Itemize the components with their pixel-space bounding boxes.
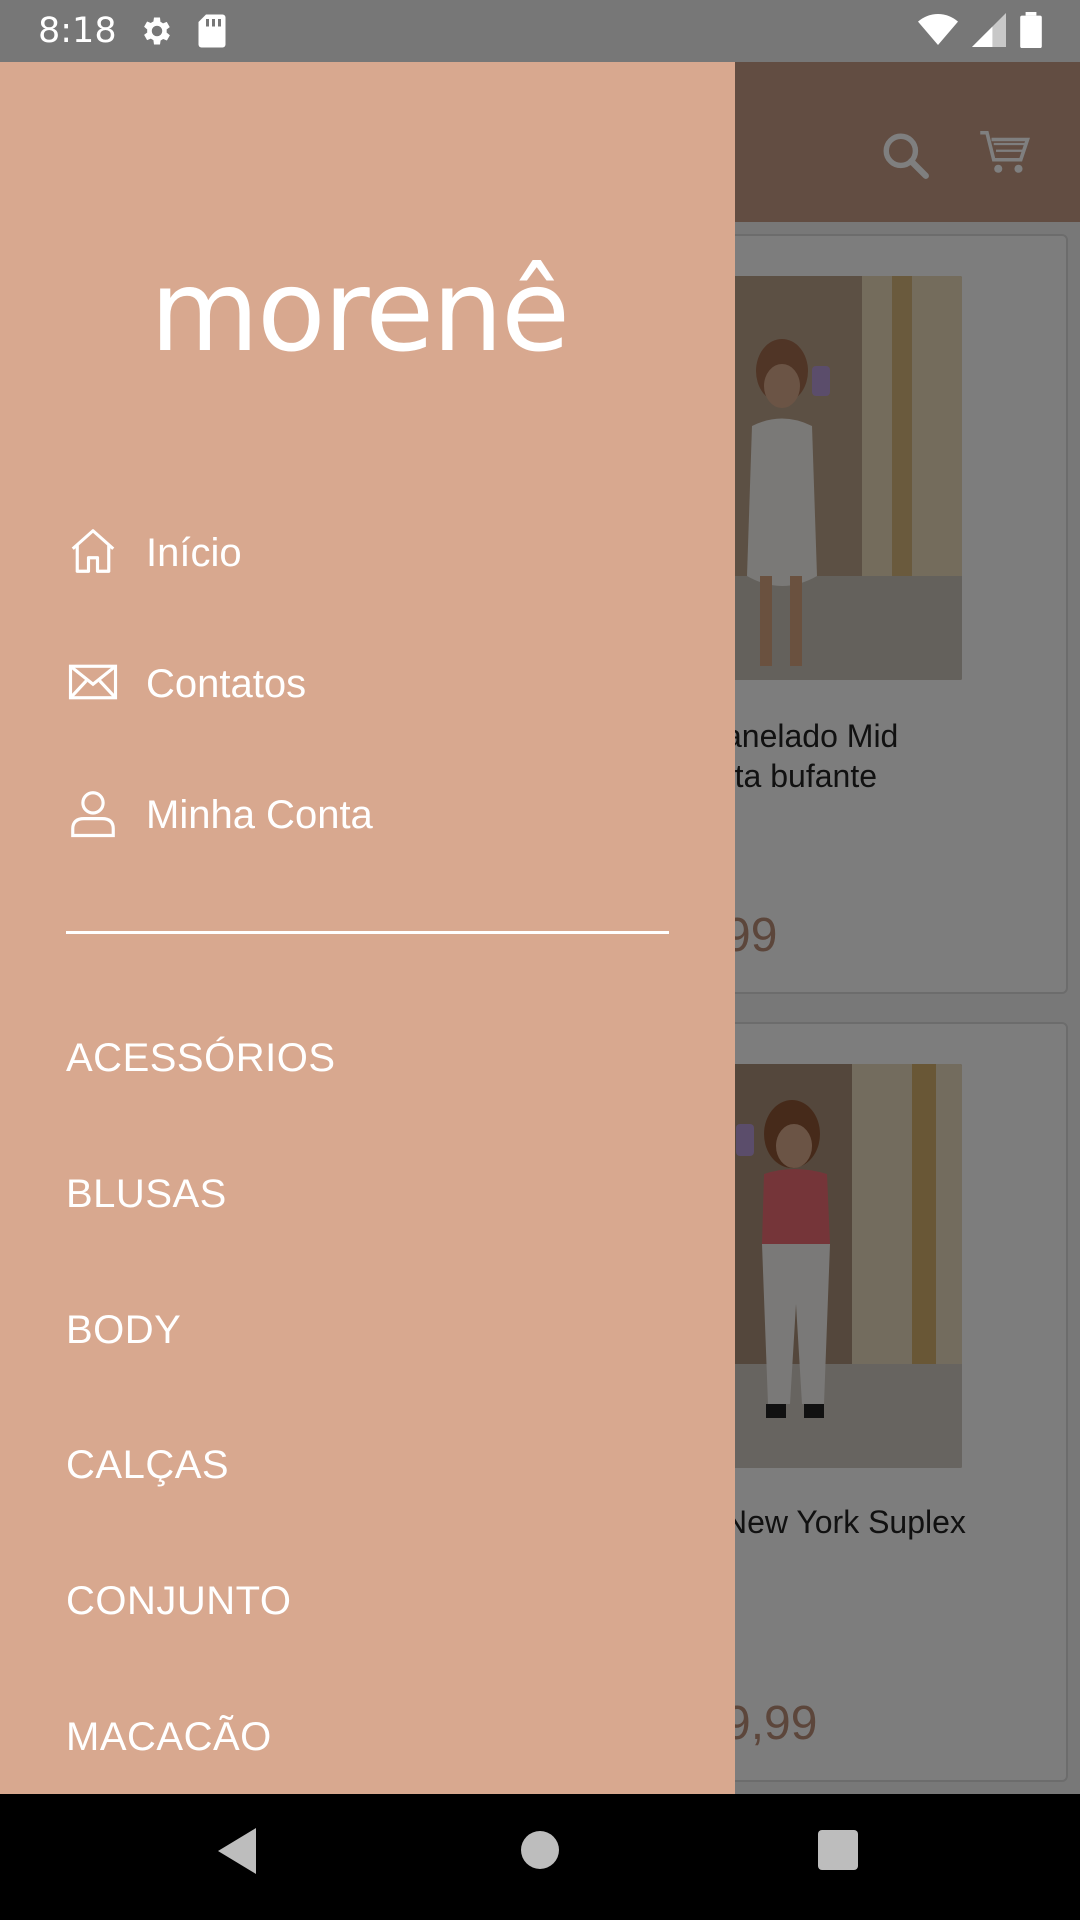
recents-icon[interactable] — [818, 1830, 858, 1875]
svg-text:morenê: morenê — [150, 247, 568, 370]
status-time: 8:18 — [38, 11, 117, 51]
category-item[interactable]: MACACÃO — [66, 1715, 272, 1760]
system-nav-bar — [0, 1794, 1080, 1920]
category-item[interactable]: BLUSAS — [66, 1172, 227, 1217]
menu-item-minha-conta[interactable]: Minha Conta — [66, 780, 373, 850]
user-icon — [66, 786, 120, 845]
home-icon — [66, 524, 120, 583]
battery-icon — [1020, 12, 1042, 53]
back-icon[interactable] — [216, 1826, 260, 1881]
category-item[interactable]: BODY — [66, 1308, 181, 1353]
cell-signal-icon — [972, 13, 1006, 52]
menu-item-inicio[interactable]: Início — [66, 518, 242, 588]
menu-item-label: Minha Conta — [146, 792, 373, 837]
category-item[interactable]: CONJUNTO — [66, 1579, 291, 1624]
settings-icon — [139, 13, 175, 49]
mail-icon — [66, 655, 120, 714]
menu-item-contatos[interactable]: Contatos — [66, 649, 306, 719]
brand-logo: morenê — [150, 240, 590, 377]
home-circle-icon[interactable] — [520, 1830, 560, 1875]
menu-item-label: Contatos — [146, 661, 307, 706]
menu-item-label: Início — [146, 530, 242, 575]
category-item[interactable]: CALÇAS — [66, 1443, 229, 1488]
category-item[interactable]: ACESSÓRIOS — [66, 1036, 336, 1081]
status-bar: 8:18 — [0, 0, 1080, 62]
sd-card-icon — [197, 13, 227, 49]
wifi-icon — [918, 13, 958, 52]
navigation-drawer: morenê Início Contatos Minha Conta ACESS… — [0, 62, 735, 1794]
drawer-divider — [66, 931, 669, 934]
